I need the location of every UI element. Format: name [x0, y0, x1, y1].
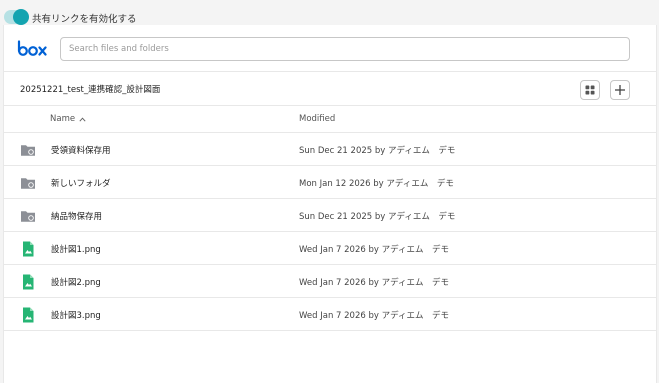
- file-browser-panel: 20251221_test_連携確認_設計図面 Name Modified: [3, 25, 657, 383]
- header: [4, 25, 656, 72]
- image-file-icon: [23, 274, 34, 290]
- item-modified: Wed Jan 7 2026 by アディエム デモ: [299, 311, 450, 321]
- list-item[interactable]: 納品物保存用 Sun Dec 21 2025 by アディエム デモ: [4, 199, 656, 232]
- breadcrumb: 20251221_test_連携確認_設計図面: [20, 85, 161, 95]
- list-item[interactable]: 設計図3.png Wed Jan 7 2026 by アディエム デモ: [4, 298, 656, 331]
- search-input[interactable]: [60, 37, 630, 61]
- sort-ascending-icon: [79, 116, 86, 122]
- add-button[interactable]: [610, 80, 630, 100]
- shared-folder-icon: [21, 178, 35, 189]
- item-name[interactable]: 設計図3.png: [51, 309, 101, 321]
- grid-view-button[interactable]: [580, 80, 600, 100]
- item-modified: Wed Jan 7 2026 by アディエム デモ: [299, 245, 450, 255]
- file-list: 受領資料保存用 Sun Dec 21 2025 by アディエム デモ 新しいフ…: [4, 133, 656, 331]
- column-header-name-label: Name: [50, 114, 76, 124]
- share-link-toggle-label: 共有リンクを有効化する: [32, 14, 137, 25]
- item-name[interactable]: 納品物保存用: [51, 210, 102, 222]
- share-link-toggle[interactable]: [4, 9, 29, 25]
- shared-folder-icon: [21, 145, 35, 156]
- list-item[interactable]: 設計図1.png Wed Jan 7 2026 by アディエム デモ: [4, 232, 656, 265]
- grid-icon: [585, 85, 595, 95]
- image-file-icon: [23, 307, 34, 323]
- item-modified: Wed Jan 7 2026 by アディエム デモ: [299, 278, 450, 288]
- column-header-name[interactable]: Name: [50, 114, 86, 124]
- item-name[interactable]: 設計図2.png: [51, 276, 101, 288]
- item-modified: Sun Dec 21 2025 by アディエム デモ: [299, 146, 456, 156]
- item-name[interactable]: 新しいフォルダ: [51, 177, 111, 189]
- box-logo: [17, 40, 47, 56]
- list-item[interactable]: 設計図2.png Wed Jan 7 2026 by アディエム デモ: [4, 265, 656, 298]
- toggle-knob: [13, 9, 29, 25]
- item-name[interactable]: 設計図1.png: [51, 243, 101, 255]
- list-item[interactable]: 新しいフォルダ Mon Jan 12 2026 by アディエム デモ: [4, 166, 656, 199]
- column-header-modified[interactable]: Modified: [299, 114, 335, 124]
- folder-subheader: 20251221_test_連携確認_設計図面: [4, 73, 656, 106]
- list-item[interactable]: 受領資料保存用 Sun Dec 21 2025 by アディエム デモ: [4, 133, 656, 166]
- item-modified: Mon Jan 12 2026 by アディエム デモ: [299, 179, 454, 189]
- column-header-row: Name Modified: [4, 106, 656, 133]
- shared-folder-icon: [21, 211, 35, 222]
- item-modified: Sun Dec 21 2025 by アディエム デモ: [299, 212, 456, 222]
- plus-icon: [615, 85, 625, 95]
- image-file-icon: [23, 241, 34, 257]
- column-header-modified-label: Modified: [299, 114, 336, 124]
- item-name[interactable]: 受領資料保存用: [51, 144, 111, 156]
